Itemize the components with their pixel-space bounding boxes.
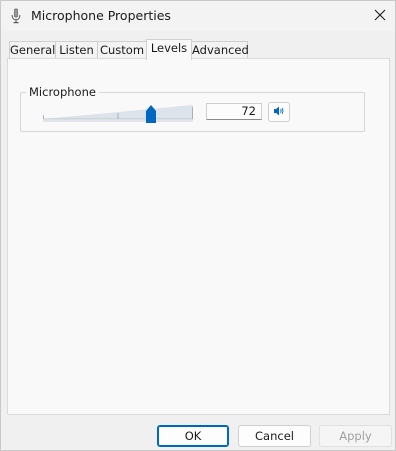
tab-general[interactable]: General xyxy=(9,41,56,59)
ok-button[interactable]: OK xyxy=(157,425,229,447)
tab-advanced[interactable]: Advanced xyxy=(191,41,249,59)
apply-button[interactable]: Apply xyxy=(319,425,392,447)
level-value-field[interactable]: 72 xyxy=(206,103,262,120)
microphone-properties-dialog: Microphone Properties General Listen Cus… xyxy=(0,0,396,451)
slider-thumb[interactable] xyxy=(146,105,156,123)
title-bar: Microphone Properties xyxy=(1,1,395,31)
mute-toggle-button[interactable] xyxy=(268,102,290,122)
tab-custom[interactable]: Custom xyxy=(97,41,147,59)
close-button[interactable] xyxy=(365,1,395,31)
microphone-level-group: Microphone 72 xyxy=(20,85,365,132)
cancel-button[interactable]: Cancel xyxy=(238,425,311,447)
window-title: Microphone Properties xyxy=(31,8,171,23)
speaker-icon xyxy=(273,105,285,120)
group-label: Microphone xyxy=(26,85,99,99)
microphone-level-slider[interactable] xyxy=(43,103,193,125)
levels-panel: Microphone 72 xyxy=(7,58,390,415)
microphone-icon xyxy=(11,8,21,24)
tab-levels[interactable]: Levels xyxy=(146,39,192,60)
close-icon xyxy=(374,9,386,24)
tab-listen[interactable]: Listen xyxy=(55,41,98,59)
